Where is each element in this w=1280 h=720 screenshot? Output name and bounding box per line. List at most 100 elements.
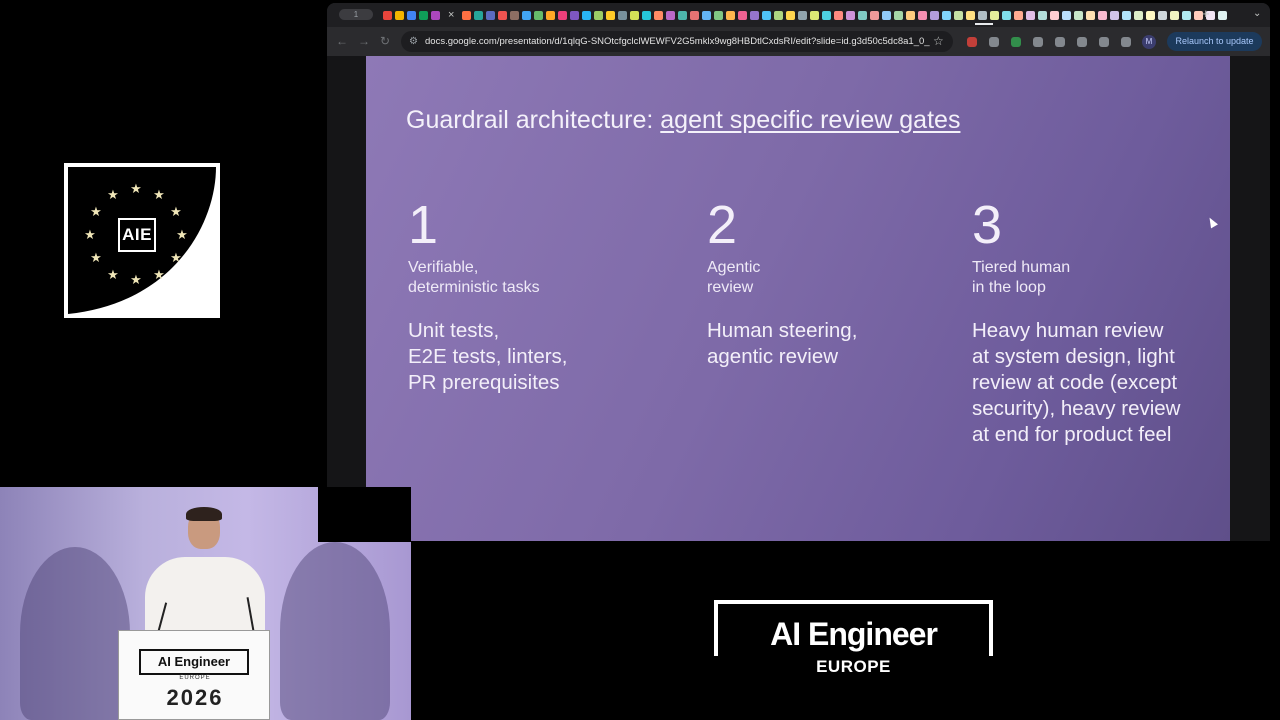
extension-icon[interactable] (967, 37, 977, 47)
tab-favicon-icon[interactable] (918, 10, 928, 20)
tab-favicon-icon[interactable] (395, 10, 404, 20)
site-info-icon[interactable]: ⚙ (409, 35, 418, 48)
tab-favicon-icon[interactable] (522, 10, 532, 20)
video-corner-overlay (318, 487, 411, 542)
tab-favicon-icon[interactable] (510, 10, 520, 20)
tab-favicon-icon[interactable] (1074, 10, 1084, 20)
tab-favicon-icon[interactable] (990, 10, 1000, 20)
tab-favicon-icon[interactable] (558, 10, 568, 20)
tab-favicon-icon[interactable] (690, 10, 700, 20)
svg-text:★: ★ (107, 188, 119, 203)
tab-favicon-icon[interactable] (1122, 10, 1132, 20)
slide-title-link[interactable]: agent specific review gates (660, 106, 960, 134)
svg-text:★: ★ (84, 228, 96, 243)
tab-favicon-icon[interactable] (930, 10, 940, 20)
tab-favicon-icon[interactable] (1050, 10, 1060, 20)
tab-favicon-icon[interactable] (942, 10, 952, 20)
extension-icon[interactable] (1077, 37, 1087, 47)
tab-favicon-icon[interactable] (834, 10, 844, 20)
tab-favicon-icon[interactable] (474, 10, 484, 20)
tab-favicon-icon[interactable] (582, 10, 592, 20)
relaunch-to-update-button[interactable]: Relaunch to update (1167, 32, 1262, 51)
extension-icon[interactable] (1121, 37, 1131, 47)
reload-icon[interactable]: ↻ (380, 34, 390, 48)
extension-icon[interactable] (1055, 37, 1065, 47)
tab-favicon-icon[interactable] (618, 10, 628, 20)
active-tab-indicator (975, 23, 993, 25)
bookmark-star-icon[interactable]: ☆ (933, 34, 944, 48)
tab-favicon-icon[interactable] (666, 10, 676, 20)
favicon-tabs[interactable]: × (383, 8, 1230, 22)
back-arrow-icon[interactable]: ← (336, 34, 348, 48)
tab-favicon-icon[interactable] (978, 10, 988, 20)
tab-favicon-icon[interactable] (858, 10, 868, 20)
tab-search-button[interactable]: ⌄ (1253, 7, 1261, 21)
tab-favicon-icon[interactable] (954, 10, 964, 20)
tab-favicon-icon[interactable] (407, 10, 416, 20)
tab-favicon-icon[interactable] (498, 10, 508, 20)
svg-text:★: ★ (170, 251, 182, 266)
tab-favicon-icon[interactable] (486, 10, 496, 20)
tab-strip: 1 × + ⌄ (327, 3, 1270, 27)
tab-favicon-icon[interactable] (534, 10, 544, 20)
tab-favicon-icon[interactable] (810, 10, 820, 20)
tab-favicon-icon[interactable] (1002, 10, 1012, 20)
tab-favicon-icon[interactable] (1218, 10, 1228, 20)
extension-icon[interactable] (1011, 37, 1021, 47)
extension-icon[interactable] (989, 37, 999, 47)
tab-favicon-icon[interactable] (1062, 10, 1072, 20)
tab-favicon-icon[interactable] (846, 10, 856, 20)
tab-favicon-icon[interactable] (786, 10, 796, 20)
tab-favicon-icon[interactable] (1146, 10, 1156, 20)
tab-favicon-icon[interactable] (606, 10, 616, 20)
tab-favicon-icon[interactable] (462, 10, 472, 20)
tab-favicon-icon[interactable] (1170, 10, 1180, 20)
tab-favicon-icon[interactable] (762, 10, 772, 20)
tab-favicon-icon[interactable] (702, 10, 712, 20)
extension-icon[interactable] (1099, 37, 1109, 47)
tab-favicon-icon[interactable] (546, 10, 556, 20)
tab-favicon-icon[interactable] (870, 10, 880, 20)
tab-favicon-icon[interactable] (882, 10, 892, 20)
tab-favicon-icon[interactable] (570, 10, 580, 20)
tab-favicon-icon[interactable] (630, 10, 640, 20)
tab-favicon-icon[interactable] (1086, 10, 1096, 20)
tab-favicon-icon[interactable] (1182, 10, 1192, 20)
tab-close-icon[interactable]: × (448, 9, 454, 21)
tab-favicon-icon[interactable] (822, 10, 832, 20)
tab-favicon-icon[interactable] (750, 10, 760, 20)
tab-favicon-icon[interactable] (642, 10, 652, 20)
tab-favicon-icon[interactable] (1026, 10, 1036, 20)
tab-favicon-icon[interactable] (738, 10, 748, 20)
tab-group-pill[interactable]: 1 (339, 9, 373, 20)
tab-favicon-icon[interactable] (419, 10, 428, 20)
tab-favicon-icon[interactable] (654, 10, 664, 20)
podium-year: 2026 (166, 685, 224, 710)
tab-favicon-icon[interactable] (1038, 10, 1048, 20)
tab-favicon-icon[interactable] (1134, 10, 1144, 20)
tab-favicon-icon[interactable] (431, 10, 440, 20)
tab-favicon-icon[interactable] (774, 10, 784, 20)
svg-text:★: ★ (130, 182, 142, 197)
tab-favicon-icon[interactable] (966, 10, 976, 20)
url-text[interactable]: docs.google.com/presentation/d/1qlqG-SNO… (425, 31, 930, 52)
tab-favicon-icon[interactable] (894, 10, 904, 20)
new-tab-button[interactable]: + (1202, 6, 1210, 22)
tab-favicon-icon[interactable] (1110, 10, 1120, 20)
column-number: 1 (408, 195, 439, 255)
tab-favicon-icon[interactable] (678, 10, 688, 20)
tab-favicon-icon[interactable] (383, 10, 392, 20)
tab-favicon-icon[interactable] (726, 10, 736, 20)
tab-favicon-icon[interactable] (798, 10, 808, 20)
profile-avatar[interactable]: M (1142, 35, 1156, 49)
tab-favicon-icon[interactable] (1098, 10, 1108, 20)
tab-favicon-icon[interactable] (906, 10, 916, 20)
tab-favicon-icon[interactable] (1158, 10, 1168, 20)
address-bar[interactable]: ⚙ docs.google.com/presentation/d/1qlqG-S… (401, 31, 953, 52)
tab-favicon-icon[interactable] (714, 10, 724, 20)
forward-arrow-icon[interactable]: → (358, 34, 370, 48)
tab-favicon-icon[interactable] (1014, 10, 1024, 20)
tab-favicon-icon[interactable] (594, 10, 604, 20)
mouse-cursor-icon (1206, 215, 1218, 229)
extension-icon[interactable] (1033, 37, 1043, 47)
